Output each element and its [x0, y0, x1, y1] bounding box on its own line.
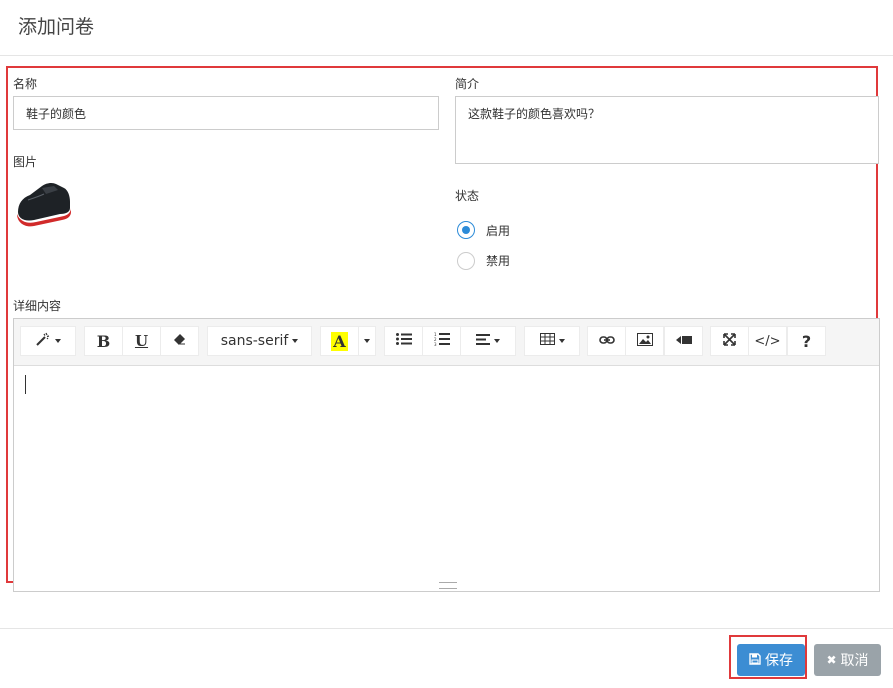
font-name-dropdown[interactable]: sans-serif — [207, 326, 312, 356]
ordered-list-icon: 123 — [434, 332, 450, 350]
color-dropdown-icon — [364, 339, 370, 343]
video-button[interactable] — [664, 326, 703, 356]
video-icon — [675, 333, 692, 349]
name-label: 名称 — [13, 77, 38, 91]
status-enabled-label: 启用 — [486, 224, 511, 238]
code-view-icon: </> — [754, 333, 781, 349]
cancel-button-label: 取消 — [840, 653, 869, 669]
rich-text-editor[interactable]: B U sans-serif A 123 </> ? — [13, 318, 880, 592]
text-cursor — [25, 375, 26, 394]
font-name-label: sans-serif — [220, 333, 289, 349]
floppy-disk-icon — [749, 652, 761, 668]
save-button-label: 保存 — [765, 653, 793, 669]
underline-icon: U — [134, 332, 149, 350]
bold-icon: B — [96, 331, 111, 351]
editor-toolbar: B U sans-serif A 123 </> ? — [14, 319, 879, 366]
editor-resize-handle[interactable] — [439, 582, 457, 589]
color-dropdown-button[interactable] — [358, 326, 376, 356]
footer-divider — [0, 628, 893, 629]
eraser-icon — [173, 333, 187, 349]
table-dropdown-button[interactable] — [524, 326, 580, 356]
clear-format-button[interactable] — [160, 326, 199, 356]
fullscreen-icon — [723, 332, 736, 350]
detail-label: 详细内容 — [13, 299, 62, 313]
shoe-image[interactable] — [14, 176, 72, 230]
bold-button[interactable]: B — [84, 326, 123, 356]
status-enabled-radio[interactable] — [457, 221, 475, 239]
link-icon — [598, 333, 615, 349]
name-input[interactable]: 鞋子的颜色 — [13, 96, 439, 130]
intro-label: 简介 — [455, 77, 480, 91]
picture-icon — [636, 332, 653, 350]
code-view-button[interactable]: </> — [748, 326, 787, 356]
unordered-list-button[interactable] — [384, 326, 423, 356]
modal-header: 添加问卷 — [0, 0, 893, 56]
unordered-list-icon — [395, 333, 412, 349]
status-disabled-radio[interactable] — [457, 252, 475, 270]
help-icon: ? — [801, 331, 812, 351]
font-color-icon: A — [331, 331, 348, 351]
align-icon — [476, 333, 490, 349]
modal-title: 添加问卷 — [18, 16, 95, 38]
magic-icon — [35, 332, 51, 350]
intro-textarea[interactable]: 这款鞋子的颜色喜欢吗？ — [455, 96, 879, 164]
status-label: 状态 — [455, 189, 480, 203]
picture-button[interactable] — [625, 326, 664, 356]
table-icon — [539, 333, 555, 349]
save-button[interactable]: 保存 — [737, 644, 805, 676]
link-button[interactable] — [587, 326, 626, 356]
font-color-button[interactable]: A — [320, 326, 359, 356]
image-label: 图片 — [13, 155, 38, 169]
help-button[interactable]: ? — [787, 326, 826, 356]
underline-button[interactable]: U — [122, 326, 161, 356]
fullscreen-button[interactable] — [710, 326, 749, 356]
status-disabled-label: 禁用 — [486, 254, 511, 268]
style-dropdown-button[interactable] — [20, 326, 76, 356]
align-dropdown-button[interactable] — [460, 326, 516, 356]
svg-text:3: 3 — [434, 342, 437, 346]
close-icon: ✖ — [826, 653, 837, 667]
cancel-button[interactable]: ✖ 取消 — [814, 644, 881, 676]
ordered-list-button[interactable]: 123 — [422, 326, 461, 356]
